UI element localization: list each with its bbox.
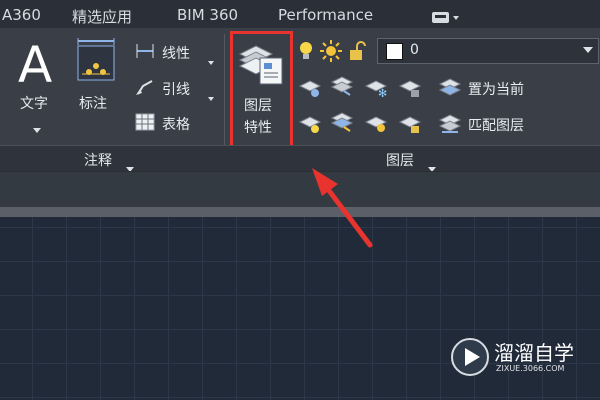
match-layer-icon[interactable]	[438, 112, 462, 138]
leader-dropdown-icon[interactable]	[208, 86, 214, 105]
dimension-icon[interactable]	[76, 38, 116, 92]
tab-a360[interactable]: A360	[2, 6, 41, 24]
watermark-url: ZIXUE.3066.COM	[496, 364, 565, 373]
linear-icon[interactable]	[135, 43, 155, 63]
table-icon[interactable]	[135, 113, 155, 135]
layer-unisolate-icon[interactable]	[330, 110, 354, 138]
svg-text:✻: ✻	[378, 87, 387, 98]
layer-lock-icon[interactable]	[398, 76, 422, 102]
chevron-down-icon	[583, 47, 593, 53]
layer-unlock-icon[interactable]	[398, 112, 422, 138]
watermark: 溜溜自学 ZIXUE.3066.COM	[450, 335, 574, 378]
unlock-icon[interactable]	[348, 40, 368, 66]
text-tool-label[interactable]: 文字	[20, 93, 48, 113]
layers-panel-title[interactable]: 图层	[386, 150, 414, 170]
layer-dropdown-value: 0	[410, 42, 419, 58]
leader-label[interactable]: 引线	[162, 79, 190, 99]
layer-freeze-icon[interactable]: ✻	[364, 76, 388, 102]
linear-label[interactable]: 线性	[162, 43, 190, 63]
layer-on-icon[interactable]	[298, 112, 322, 138]
layer-isolate-icon[interactable]	[330, 74, 354, 102]
table-label[interactable]: 表格	[162, 114, 190, 134]
layer-color-swatch	[386, 43, 403, 60]
top-tab-bar: A360 精选应用 BIM 360 Performance	[0, 0, 600, 29]
highlight-box	[230, 31, 293, 149]
ribbon-toggle-icon[interactable]	[432, 9, 460, 28]
text-dropdown-icon[interactable]	[33, 118, 41, 137]
lightbulb-icon[interactable]	[298, 40, 314, 66]
layer-thaw-icon[interactable]	[364, 112, 388, 138]
panel-divider	[224, 34, 225, 162]
tab-featured-apps[interactable]: 精选应用	[72, 6, 132, 27]
layer-off-icon[interactable]	[298, 76, 322, 102]
dimension-tool-label[interactable]: 标注	[79, 93, 107, 113]
sun-icon[interactable]	[320, 40, 342, 66]
set-current-icon[interactable]	[438, 76, 462, 102]
match-layer-label[interactable]: 匹配图层	[468, 115, 524, 135]
svg-text:A: A	[18, 38, 52, 90]
tab-bim360[interactable]: BIM 360	[177, 6, 238, 24]
text-large-icon[interactable]: A	[16, 36, 60, 94]
pointer-arrow-icon	[300, 160, 380, 259]
linear-dropdown-icon[interactable]	[208, 50, 214, 69]
tab-performance[interactable]: Performance	[278, 6, 373, 24]
leader-icon[interactable]	[135, 78, 155, 100]
annotation-panel-title[interactable]: 注释	[84, 150, 112, 170]
play-logo-icon	[451, 338, 489, 376]
layer-dropdown[interactable]: 0	[377, 38, 599, 64]
set-current-label[interactable]: 置为当前	[468, 79, 524, 99]
watermark-brand: 溜溜自学	[494, 341, 574, 365]
